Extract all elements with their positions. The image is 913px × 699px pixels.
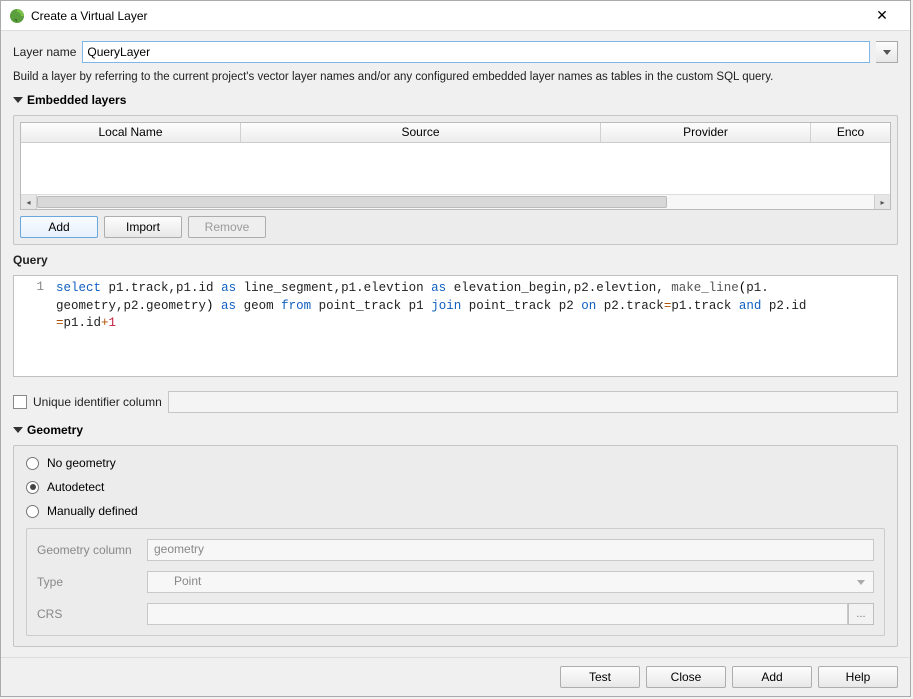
radio-autodetect[interactable]: Autodetect (26, 480, 885, 494)
description-text: Build a layer by referring to the curren… (13, 71, 898, 83)
table-body-empty (21, 143, 890, 194)
scroll-track[interactable] (37, 195, 874, 209)
embedded-layers-label: Embedded layers (27, 93, 126, 107)
embedded-layers-table[interactable]: Local Name Source Provider Enco ◂ ▸ (20, 122, 891, 210)
radio-label: No geometry (47, 456, 116, 470)
sql-code[interactable]: select p1.track,p1.id as line_segment,p1… (50, 276, 897, 376)
geometry-column-field: geometry (147, 539, 874, 561)
app-icon (9, 8, 25, 24)
embedded-buttons: Add Import Remove (20, 216, 891, 238)
remove-embedded-button[interactable]: Remove (188, 216, 266, 238)
unique-identifier-field (168, 391, 898, 413)
disclosure-icon (13, 97, 23, 103)
column-encoding[interactable]: Enco (811, 123, 890, 142)
query-editor[interactable]: 1 select p1.track,p1.id as line_segment,… (13, 275, 898, 377)
embedded-layers-panel: Local Name Source Provider Enco ◂ ▸ Add … (13, 115, 898, 245)
crs-label: CRS (37, 607, 147, 621)
titlebar: Create a Virtual Layer ✕ (1, 1, 910, 31)
geometry-details: Geometry column geometry Type Point CRS … (26, 528, 885, 636)
unique-identifier-row: Unique identifier column (13, 391, 898, 413)
close-button[interactable]: ✕ (862, 3, 902, 28)
layer-name-dropdown[interactable] (876, 41, 898, 63)
line-gutter: 1 (14, 276, 50, 376)
layer-name-label: Layer name (13, 45, 76, 59)
column-provider[interactable]: Provider (601, 123, 811, 142)
horizontal-scrollbar[interactable]: ◂ ▸ (21, 194, 890, 209)
radio-label: Manually defined (47, 504, 138, 518)
embedded-layers-heading[interactable]: Embedded layers (13, 93, 898, 107)
scroll-left-icon[interactable]: ◂ (21, 195, 37, 209)
scroll-thumb[interactable] (37, 196, 667, 208)
layer-name-input[interactable] (82, 41, 870, 63)
dialog-footer: Test Close Add Help (1, 657, 910, 696)
column-source[interactable]: Source (241, 123, 601, 142)
disclosure-icon (13, 427, 23, 433)
geometry-panel: No geometry Autodetect Manually defined … (13, 445, 898, 647)
radio-icon (26, 481, 39, 494)
test-button[interactable]: Test (560, 666, 640, 688)
crs-browse-button: ... (848, 603, 874, 625)
radio-no-geometry[interactable]: No geometry (26, 456, 885, 470)
import-embedded-button[interactable]: Import (104, 216, 182, 238)
scroll-right-icon[interactable]: ▸ (874, 195, 890, 209)
help-button[interactable]: Help (818, 666, 898, 688)
radio-icon (26, 457, 39, 470)
radio-icon (26, 505, 39, 518)
radio-manually-defined[interactable]: Manually defined (26, 504, 885, 518)
table-header: Local Name Source Provider Enco (21, 123, 890, 143)
unique-identifier-label: Unique identifier column (33, 395, 162, 409)
layer-name-row: Layer name (13, 41, 898, 63)
geometry-type-label: Type (37, 575, 147, 589)
add-embedded-button[interactable]: Add (20, 216, 98, 238)
dialog-body: Layer name Build a layer by referring to… (1, 31, 910, 657)
add-footer-button[interactable]: Add (732, 666, 812, 688)
unique-identifier-checkbox[interactable] (13, 395, 27, 409)
query-label: Query (13, 253, 898, 267)
geometry-type-select: Point (147, 571, 874, 593)
geometry-heading[interactable]: Geometry (13, 423, 898, 437)
close-footer-button[interactable]: Close (646, 666, 726, 688)
chevron-down-icon (883, 50, 891, 55)
dialog-title: Create a Virtual Layer (31, 9, 862, 23)
geometry-label: Geometry (27, 423, 83, 437)
geometry-column-label: Geometry column (37, 543, 147, 557)
crs-field (147, 603, 848, 625)
column-local-name[interactable]: Local Name (21, 123, 241, 142)
radio-label: Autodetect (47, 480, 104, 494)
dialog-window: Create a Virtual Layer ✕ Layer name Buil… (0, 0, 911, 697)
